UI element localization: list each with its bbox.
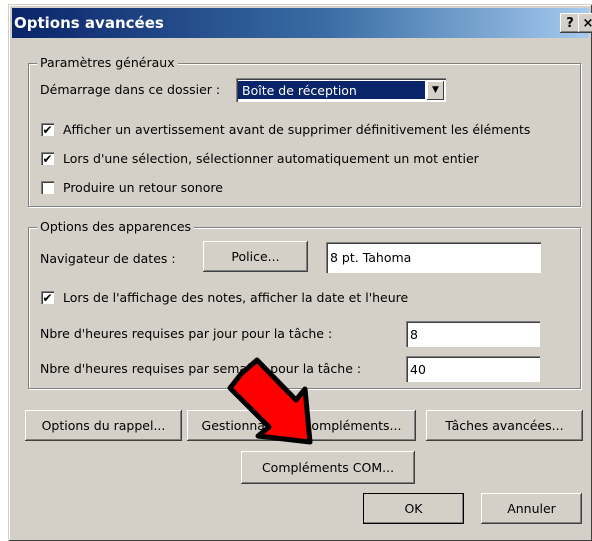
title-bar: Options avancées ? × (12, 8, 592, 38)
sound-feedback-checkbox-row[interactable]: Produire un retour sonore (41, 180, 223, 195)
help-button[interactable]: ? (560, 13, 580, 33)
close-button[interactable]: × (578, 13, 592, 33)
hours-per-week-input[interactable]: 40 (406, 356, 540, 382)
reminder-options-button[interactable]: Options du rappel... (25, 410, 182, 441)
start-folder-value: Boîte de réception (238, 81, 425, 99)
window-title: Options avancées (14, 14, 164, 32)
appearance-options-legend: Options des apparences (37, 219, 195, 234)
cancel-button[interactable]: Annuler (481, 493, 582, 524)
hours-per-week-label: Nbre d'heures requises par semaine pour … (40, 361, 362, 376)
font-button[interactable]: Police... (203, 241, 308, 272)
warn-delete-label: Afficher un avertissement avant de suppr… (63, 122, 531, 137)
notes-datetime-label: Lors de l'affichage des notes, afficher … (63, 290, 409, 305)
date-navigator-label: Navigateur de dates : (40, 251, 176, 266)
advanced-tasks-button[interactable]: Tâches avancées... (426, 410, 583, 441)
warn-delete-checkbox-row[interactable]: ✔ Afficher un avertissement avant de sup… (41, 122, 530, 137)
advanced-options-dialog: Options avancées ? × Paramètres généraux… (8, 4, 592, 541)
auto-select-word-checkbox[interactable]: ✔ (41, 152, 54, 165)
hours-per-day-input[interactable]: 8 (406, 321, 540, 347)
start-folder-select[interactable]: Boîte de réception ▼ (236, 78, 446, 102)
com-addins-button[interactable]: Compléments COM... (241, 451, 415, 484)
general-settings-legend: Paramètres généraux (37, 55, 178, 70)
auto-select-word-label: Lors d'une sélection, sélectionner autom… (63, 151, 479, 166)
font-value-field[interactable]: 8 pt. Tahoma (326, 242, 541, 273)
chevron-down-icon[interactable]: ▼ (427, 80, 444, 100)
notes-datetime-checkbox[interactable]: ✔ (41, 291, 54, 304)
appearance-options-group: Options des apparences Navigateur de dat… (28, 219, 581, 389)
sound-feedback-checkbox[interactable] (41, 181, 54, 194)
warn-delete-checkbox[interactable]: ✔ (41, 123, 54, 136)
auto-select-word-checkbox-row[interactable]: ✔ Lors d'une sélection, sélectionner aut… (41, 151, 479, 166)
addin-manager-button[interactable]: Gestionnaire de compléments... (187, 410, 416, 441)
close-icon: × (582, 15, 592, 31)
hours-per-day-label: Nbre d'heures requises par jour pour la … (40, 326, 333, 341)
general-settings-group: Paramètres généraux Démarrage dans ce do… (28, 55, 581, 207)
start-folder-label: Démarrage dans ce dossier : (40, 82, 221, 97)
ok-button[interactable]: OK (363, 493, 464, 524)
notes-datetime-checkbox-row[interactable]: ✔ Lors de l'affichage des notes, affiche… (41, 290, 408, 305)
sound-feedback-label: Produire un retour sonore (63, 180, 223, 195)
